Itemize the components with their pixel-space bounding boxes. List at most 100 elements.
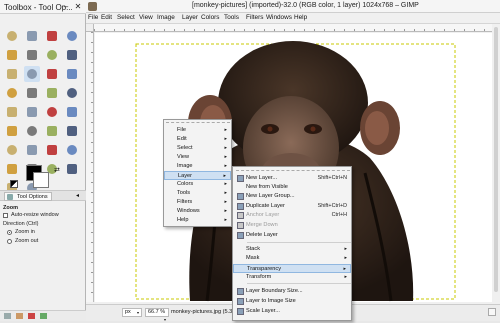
auto-resize-label: Auto-resize window bbox=[11, 212, 59, 218]
tab-menu-icon[interactable]: ◂ bbox=[76, 192, 79, 199]
layer-menu-item-new-from-visible[interactable]: New from Visible bbox=[233, 183, 351, 192]
background-color[interactable] bbox=[33, 172, 49, 188]
color-picker-icon[interactable] bbox=[4, 66, 20, 82]
text-icon[interactable] bbox=[4, 123, 20, 139]
menu-item-label: Filters bbox=[177, 199, 193, 205]
menu-edit[interactable]: Edit bbox=[101, 14, 112, 21]
zoom-select[interactable]: 66.7 % ▾ bbox=[145, 308, 169, 322]
layer-menu-item-duplicate-layer[interactable]: Duplicate Layer Shift+Ctrl+D bbox=[233, 202, 351, 211]
layer-menu-item-layer-boundary-size[interactable]: Layer Boundary Size... bbox=[233, 287, 351, 296]
ellipse-select-icon[interactable] bbox=[24, 28, 40, 44]
menu-layer[interactable]: Layer bbox=[182, 14, 198, 21]
menu-help[interactable]: Help bbox=[294, 14, 307, 21]
rotate-icon-glyph bbox=[47, 88, 57, 98]
menu-item-label: Mask bbox=[246, 255, 260, 261]
context-menu-item-image[interactable]: Image ▸ bbox=[164, 162, 231, 171]
scale-icon[interactable] bbox=[64, 85, 80, 101]
context-menu-item-view[interactable]: View ▸ bbox=[164, 153, 231, 162]
vertical-scroll-thumb[interactable] bbox=[494, 27, 498, 292]
unit-select[interactable]: px ▾ bbox=[122, 308, 142, 317]
zoom-in-radio[interactable] bbox=[7, 230, 12, 235]
fuzzy-select-icon[interactable] bbox=[64, 28, 80, 44]
navigate-icon[interactable] bbox=[488, 308, 496, 316]
paths-icon[interactable] bbox=[64, 47, 80, 63]
menu-select[interactable]: Select bbox=[117, 14, 135, 21]
bucket-fill-icon[interactable] bbox=[24, 123, 40, 139]
tab-tool-options[interactable]: Tool Options bbox=[4, 192, 52, 201]
select-by-color-icon[interactable] bbox=[4, 47, 20, 63]
layer-submenu: New Layer... Shift+Ctrl+N New from Visible… bbox=[232, 166, 352, 321]
blur-icon[interactable] bbox=[64, 161, 80, 177]
pencil-icon[interactable] bbox=[64, 123, 80, 139]
menu-image[interactable]: Image bbox=[157, 14, 175, 21]
restore-options-icon[interactable] bbox=[16, 313, 23, 319]
context-menu-item-tools[interactable]: Tools ▸ bbox=[164, 189, 231, 198]
layer-menu-item-new-layer[interactable]: New Layer... Shift+Ctrl+N bbox=[233, 174, 351, 183]
zoom-icon[interactable] bbox=[24, 66, 40, 82]
zoom-icon-glyph bbox=[27, 69, 37, 79]
eraser-icon[interactable] bbox=[24, 142, 40, 158]
layer-menu-item-delete-layer[interactable]: Delete Layer bbox=[233, 231, 351, 240]
move-icon[interactable] bbox=[64, 66, 80, 82]
menu-file[interactable]: File bbox=[88, 14, 98, 21]
context-menu-item-colors[interactable]: Colors ▸ bbox=[164, 180, 231, 189]
rect-select-icon[interactable] bbox=[4, 28, 20, 44]
fg-bg-color-swatch[interactable] bbox=[26, 165, 50, 189]
context-menu-item-filters[interactable]: Filters ▸ bbox=[164, 198, 231, 207]
delete-options-icon[interactable] bbox=[28, 313, 35, 319]
align-icon[interactable] bbox=[4, 85, 20, 101]
rotate-icon[interactable] bbox=[44, 85, 60, 101]
delete-icon bbox=[237, 232, 244, 239]
blend-icon[interactable] bbox=[44, 123, 60, 139]
rect-select-icon-glyph bbox=[7, 31, 17, 41]
scissors-icon[interactable] bbox=[24, 47, 40, 63]
context-menu-item-edit[interactable]: Edit ▸ bbox=[164, 135, 231, 144]
context-menu-item-layer[interactable]: Layer ▸ bbox=[164, 171, 231, 180]
layer-menu-item-mask[interactable]: Mask ▸ bbox=[233, 254, 351, 263]
airbrush-icon[interactable] bbox=[44, 142, 60, 158]
context-menu-item-windows[interactable]: Windows ▸ bbox=[164, 207, 231, 216]
menu-filters[interactable]: Filters bbox=[246, 14, 263, 21]
default-colors-icon[interactable] bbox=[10, 180, 18, 188]
clone-icon[interactable] bbox=[4, 161, 20, 177]
layer-menu-item-scale-layer[interactable]: Scale Layer... bbox=[233, 307, 351, 316]
auto-resize-checkbox[interactable] bbox=[3, 213, 8, 218]
layer-menu-item-merge-down[interactable]: Merge Down bbox=[233, 221, 351, 230]
crop-icon[interactable] bbox=[24, 85, 40, 101]
menu-colors[interactable]: Colors bbox=[201, 14, 219, 21]
shear-icon[interactable] bbox=[4, 104, 20, 120]
eraser-icon-glyph bbox=[27, 145, 37, 155]
perspective-icon[interactable] bbox=[24, 104, 40, 120]
reset-options-icon[interactable] bbox=[40, 313, 47, 319]
context-menu-item-file[interactable]: File ▸ bbox=[164, 126, 231, 135]
tearoff-handle[interactable] bbox=[236, 170, 350, 172]
layer-menu-item-layer-to-image-size[interactable]: Layer to Image Size bbox=[233, 297, 351, 306]
measure-icon[interactable] bbox=[44, 66, 60, 82]
ink-icon[interactable] bbox=[64, 142, 80, 158]
tearoff-handle[interactable] bbox=[166, 122, 230, 124]
layer-menu-item-transparency[interactable]: Transparency ▸ bbox=[233, 264, 351, 273]
vertical-scrollbar[interactable] bbox=[492, 24, 500, 304]
layer-menu-item-stack[interactable]: Stack ▸ bbox=[233, 245, 351, 254]
context-menu-item-select[interactable]: Select ▸ bbox=[164, 144, 231, 153]
zoom-out-radio[interactable] bbox=[7, 239, 12, 244]
context-menu-item-help[interactable]: Help ▸ bbox=[164, 216, 231, 225]
cage-icon[interactable] bbox=[64, 104, 80, 120]
menu-separator bbox=[247, 283, 351, 284]
menu-tools[interactable]: Tools bbox=[224, 14, 239, 21]
layer-menu-item-anchor-layer[interactable]: Anchor Layer Ctrl+H bbox=[233, 211, 351, 220]
close-icon[interactable]: ✕ bbox=[74, 2, 82, 11]
foreground-select-icon[interactable] bbox=[44, 47, 60, 63]
menu-windows[interactable]: Windows bbox=[266, 14, 292, 21]
menu-view[interactable]: View bbox=[139, 14, 153, 21]
quick-mask-corner[interactable] bbox=[86, 24, 94, 32]
swap-colors-icon[interactable]: ⇄ bbox=[54, 166, 60, 174]
submenu-arrow-icon: ▸ bbox=[344, 274, 347, 280]
layer-menu-item-new-layer-group[interactable]: New Layer Group... bbox=[233, 192, 351, 201]
free-select-icon[interactable] bbox=[44, 28, 60, 44]
layer-menu-item-transform[interactable]: Transform ▸ bbox=[233, 273, 351, 282]
paintbrush-icon[interactable] bbox=[4, 142, 20, 158]
flip-icon[interactable] bbox=[44, 104, 60, 120]
minimize-icon[interactable]: – bbox=[62, 2, 70, 11]
save-options-icon[interactable] bbox=[4, 313, 11, 319]
